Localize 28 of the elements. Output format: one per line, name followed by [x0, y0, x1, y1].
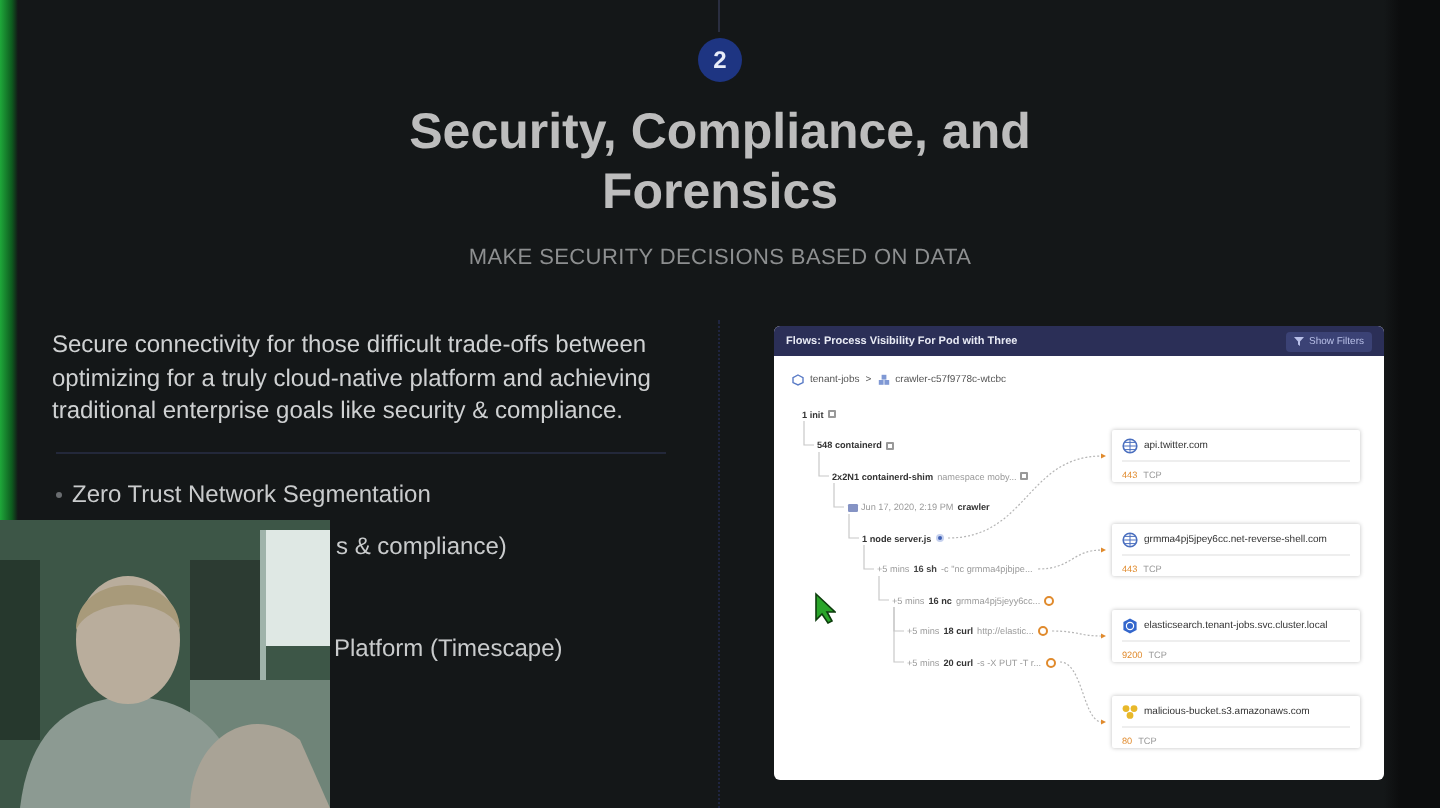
cursor-icon [814, 592, 836, 624]
tree-line [818, 451, 830, 477]
tree-line [833, 482, 845, 508]
warning-ring-icon [1045, 657, 1056, 667]
feature-item: Platform (Timescape) [334, 633, 563, 662]
process-icon [935, 533, 945, 543]
filter-icon [1294, 336, 1305, 346]
calendar-icon [847, 503, 857, 511]
globe-icon [1122, 438, 1138, 454]
flow-connector [1051, 630, 1106, 639]
cube-icon [792, 374, 804, 386]
slide-title: Security, Compliance, and Forensics [407, 102, 1033, 222]
flow-connector [1037, 547, 1106, 570]
tree-line [848, 513, 860, 539]
warning-ring-icon [1037, 626, 1048, 636]
cubes-icon [877, 374, 890, 386]
feature-item: s & compliance) [336, 531, 507, 560]
flow-connector [1059, 661, 1106, 725]
feature-item: Zero Trust Network Segmentation [72, 480, 431, 509]
bullet-icon [56, 491, 62, 498]
step-badge: 2 [698, 38, 742, 82]
tree-line [878, 575, 890, 601]
slide-subtitle: MAKE SECURITY DECISIONS BASED ON DATA [468, 246, 972, 270]
tree-line [863, 544, 875, 570]
tree-line [803, 420, 815, 446]
globe-icon [1122, 532, 1138, 548]
intro-paragraph: Secure connectivity for those difficult trade-offs between optimizing for a truly cloud-native platform and achieving traditional enterprise goals like security & compliance. [52, 328, 653, 427]
warning-ring-icon [1044, 595, 1055, 605]
